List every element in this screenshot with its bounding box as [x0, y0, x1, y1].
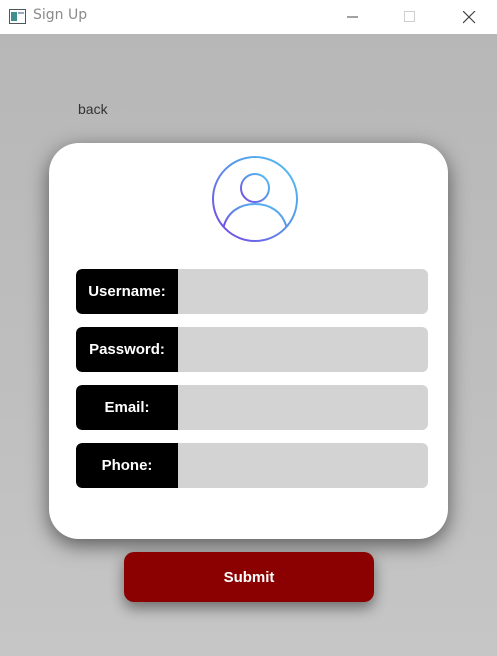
maximize-button[interactable] [387, 0, 433, 34]
email-label: Email: [76, 385, 178, 430]
password-label: Password: [76, 327, 178, 372]
email-row: Email: [76, 385, 428, 430]
username-row: Username: [76, 269, 428, 314]
user-avatar-icon [211, 155, 299, 243]
username-input[interactable] [178, 269, 428, 314]
password-row: Password: [76, 327, 428, 372]
phone-label: Phone: [76, 443, 178, 488]
window-content: back Username: Password: Email: Phone: S… [0, 34, 497, 656]
phone-input[interactable] [178, 443, 428, 488]
maximize-icon [404, 11, 415, 22]
window-title: Sign Up [33, 7, 88, 23]
title-bar: Sign Up [0, 0, 497, 34]
close-button[interactable] [446, 0, 492, 34]
password-input[interactable] [178, 327, 428, 372]
submit-button[interactable]: Submit [124, 552, 374, 602]
minimize-icon [347, 16, 358, 18]
signup-card: Username: Password: Email: Phone: [49, 143, 448, 539]
username-label: Username: [76, 269, 178, 314]
app-window-icon [9, 9, 26, 24]
email-input[interactable] [178, 385, 428, 430]
minimize-button[interactable] [330, 0, 376, 34]
close-icon [463, 11, 476, 24]
phone-row: Phone: [76, 443, 428, 488]
back-link[interactable]: back [78, 101, 108, 117]
